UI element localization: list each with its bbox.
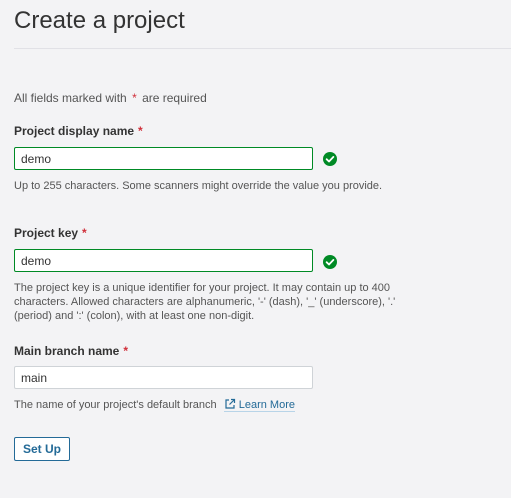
required-asterisk: * xyxy=(82,226,87,240)
main-branch-input[interactable] xyxy=(14,366,313,389)
display-name-label-text: Project display name xyxy=(14,124,135,138)
display-name-help: Up to 255 characters. Some scanners migh… xyxy=(14,180,383,192)
required-note-prefix: All fields marked with xyxy=(14,91,127,105)
create-project-page: Create a project All fields marked with … xyxy=(0,0,511,498)
main-branch-label: Main branch name * xyxy=(14,343,130,359)
title-divider xyxy=(14,48,511,49)
learn-more-link[interactable]: Learn More xyxy=(223,398,295,412)
project-key-help: The project key is a unique identifier f… xyxy=(14,282,396,322)
external-link-icon xyxy=(225,398,235,409)
main-branch-help: The name of your project's default branc… xyxy=(14,398,295,412)
required-asterisk: * xyxy=(123,344,129,358)
display-name-input[interactable] xyxy=(14,147,313,170)
required-asterisk: * xyxy=(138,124,143,138)
project-key-label-text: Project key xyxy=(14,226,79,240)
main-branch-help-text: The name of your project's default branc… xyxy=(14,399,217,411)
check-circle-icon xyxy=(323,152,337,166)
project-key-label: Project key * xyxy=(14,225,89,241)
main-branch-label-text: Main branch name xyxy=(14,344,120,358)
required-asterisk: * xyxy=(132,91,137,105)
required-note-suffix: are required xyxy=(142,91,207,105)
set-up-button[interactable]: Set Up xyxy=(14,437,70,461)
project-key-input[interactable] xyxy=(14,249,313,272)
page-title: Create a project xyxy=(14,7,185,34)
display-name-label: Project display name * xyxy=(14,123,145,139)
check-circle-icon xyxy=(323,255,337,269)
learn-more-label: Learn More xyxy=(238,399,295,411)
required-fields-note: All fields marked with * are required xyxy=(14,90,207,106)
